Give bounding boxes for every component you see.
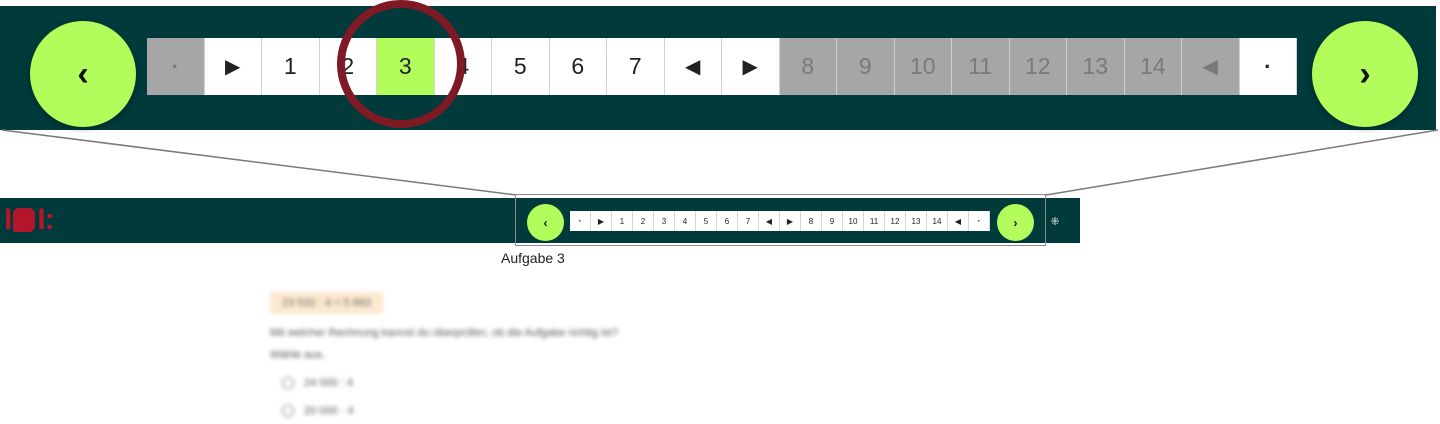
page-9-button[interactable]: 9	[822, 211, 843, 231]
page-13-button[interactable]: 13	[906, 211, 927, 231]
play-left-icon[interactable]: ◀	[948, 211, 969, 231]
page-5-button[interactable]: 5	[696, 211, 717, 231]
task-title: Aufgabe 3	[501, 250, 565, 266]
answer-option[interactable]: 20 000 · 4	[270, 405, 870, 417]
zoomed-play-right-icon[interactable]: ▶	[722, 38, 780, 95]
instruction-text: Wähle aus.	[270, 349, 326, 361]
zoomed-page-5-button[interactable]: 5	[492, 38, 550, 95]
page-1-button[interactable]: 1	[612, 211, 633, 231]
page-12-button[interactable]: 12	[885, 211, 906, 231]
chevron-left-icon: ‹	[77, 54, 89, 93]
zoomed-page-6-button[interactable]: 6	[549, 38, 607, 95]
zoomed-dot-marker[interactable]: ·	[147, 38, 205, 95]
zoomed-play-left-icon[interactable]: ◀	[664, 38, 722, 95]
page-10-button[interactable]: 10	[843, 211, 864, 231]
previous-task-button-small[interactable]: ‹	[527, 204, 564, 241]
focus-highlight-ring	[337, 0, 465, 128]
previous-task-button[interactable]: ‹	[30, 21, 136, 127]
zoomed-pagination-bar: ‹ · ▶ 1 2 3 4 5 6 7 ◀ ▶ 8 9 10 11 12 13 14 ◀ · ›	[0, 6, 1436, 130]
page-11-button[interactable]: 11	[864, 211, 885, 231]
chevron-right-icon: ›	[1013, 215, 1018, 230]
page-3-button[interactable]: 3	[654, 211, 675, 231]
brand-logo: I I:	[4, 203, 55, 236]
page-8-button[interactable]: 8	[801, 211, 822, 231]
zoomed-page-10-button[interactable]: 10	[894, 38, 952, 95]
chevron-right-icon: ›	[1359, 54, 1371, 93]
next-task-button-small[interactable]: ›	[997, 204, 1034, 241]
zoomed-page-cells: · ▶ 1 2 3 4 5 6 7 ◀ ▶ 8 9 10 11 12 13 14 ◀ ·	[147, 38, 1297, 95]
collapse-expand-icon[interactable]: ⁜	[1048, 214, 1062, 228]
page-7-button[interactable]: 7	[738, 211, 759, 231]
equation-badge: 23 532 : 4 = 5 883	[270, 292, 383, 314]
zoomed-page-11-button[interactable]: 11	[952, 38, 1010, 95]
play-left-icon[interactable]: ◀	[759, 211, 780, 231]
radio-button[interactable]	[282, 377, 294, 389]
zoomed-page-12-button[interactable]: 12	[1009, 38, 1067, 95]
page-2-button[interactable]: 2	[633, 211, 654, 231]
dot-marker[interactable]: ·	[969, 211, 990, 231]
question-text: Mit welcher Rechnung kannst du überprüfe…	[270, 327, 618, 339]
zoomed-dot-marker[interactable]: ·	[1239, 38, 1297, 95]
question-area: 23 532 : 4 = 5 883 Mit welcher Rechnung …	[270, 292, 870, 417]
page-14-button[interactable]: 14	[927, 211, 948, 231]
logo-mark-icon	[13, 208, 36, 232]
zoomed-play-right-icon[interactable]: ▶	[204, 38, 262, 95]
page-6-button[interactable]: 6	[717, 211, 738, 231]
zoomed-page-7-button[interactable]: 7	[607, 38, 665, 95]
zoomed-page-8-button[interactable]: 8	[779, 38, 837, 95]
dot-marker[interactable]: ·	[570, 211, 591, 231]
chevron-left-icon: ‹	[543, 215, 548, 230]
play-right-icon[interactable]: ▶	[780, 211, 801, 231]
zoomed-page-13-button[interactable]: 13	[1067, 38, 1125, 95]
page-cells: · ▶ 1 2 3 4 5 6 7 ◀ ▶ 8 9 10 11 12 13 14 ◀ ·	[570, 211, 990, 231]
zoomed-page-1-button[interactable]: 1	[262, 38, 320, 95]
zoomed-page-9-button[interactable]: 9	[837, 38, 895, 95]
play-right-icon[interactable]: ▶	[591, 211, 612, 231]
page-4-button[interactable]: 4	[675, 211, 696, 231]
zoomed-page-14-button[interactable]: 14	[1124, 38, 1182, 95]
radio-button[interactable]	[282, 405, 294, 417]
next-task-button[interactable]: ›	[1312, 21, 1418, 127]
answer-option[interactable]: 24 000 : 4	[270, 377, 870, 389]
zoomed-play-left-icon[interactable]: ◀	[1182, 38, 1240, 95]
